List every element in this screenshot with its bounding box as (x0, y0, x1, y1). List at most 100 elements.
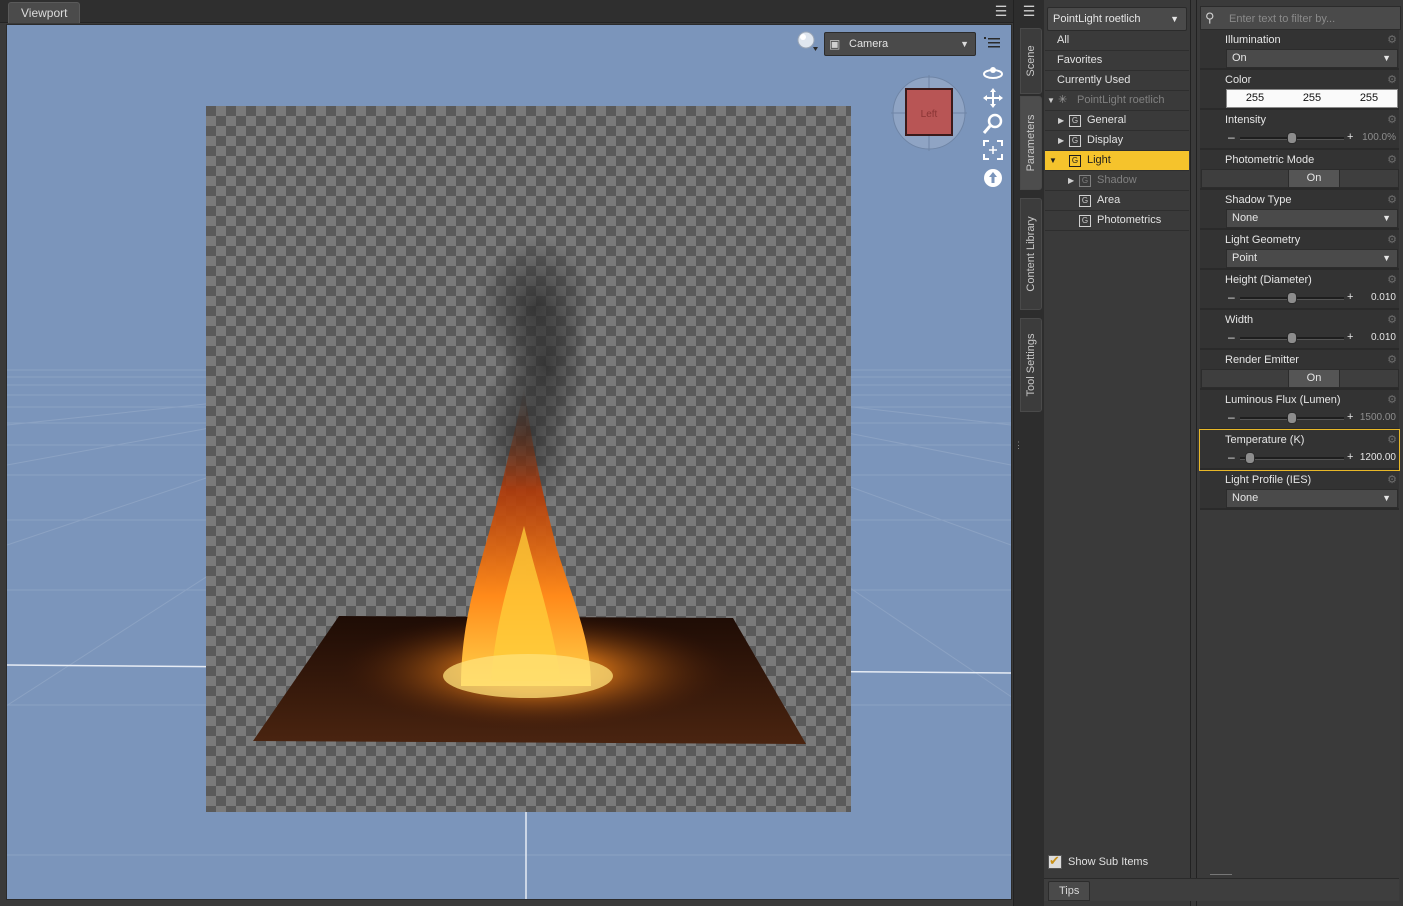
tree-item-label: General (1087, 114, 1127, 126)
tree-item-currently-used[interactable]: Currently Used (1045, 71, 1189, 91)
viewport-tab[interactable]: Viewport (8, 2, 81, 23)
light-geometry-dropdown[interactable]: Point ▼ (1226, 249, 1398, 268)
tree-item-label: Display (1087, 134, 1124, 146)
tree-item-all[interactable]: All (1045, 31, 1189, 51)
tree-item-node[interactable]: ▼ ✳ PointLight roetlich (1045, 91, 1189, 111)
gear-icon[interactable]: ⚙ (1387, 153, 1397, 166)
expand-down-icon[interactable]: ▼ (1049, 151, 1057, 170)
illumination-dropdown[interactable]: On ▼ (1226, 49, 1398, 68)
color-blue-value[interactable]: 255 (1341, 90, 1397, 107)
slider-value[interactable]: 0.010 (1336, 289, 1396, 306)
render-emitter-toggle[interactable]: On (1201, 369, 1399, 388)
tree-item-label: Shadow (1097, 174, 1137, 186)
viewport-menu-icon[interactable]: ☰ (993, 3, 1009, 19)
expand-right-icon[interactable]: ▶ (1058, 131, 1064, 150)
dropdown-value: None (1232, 212, 1259, 224)
tree-item-light[interactable]: ▼ G Light (1045, 151, 1189, 171)
slider-knob[interactable] (1287, 332, 1297, 344)
decrement-button[interactable]: – (1228, 409, 1235, 426)
width-slider[interactable]: – + 0.010 (1226, 329, 1396, 346)
slider-knob[interactable] (1287, 412, 1297, 424)
gear-icon[interactable]: ⚙ (1387, 393, 1397, 406)
filter-input[interactable] (1227, 9, 1399, 29)
param-name: Width (1225, 314, 1254, 326)
tree-item-display[interactable]: ▶ G Display (1045, 131, 1189, 151)
gear-icon[interactable]: ⚙ (1387, 353, 1397, 366)
slider-value[interactable]: 0.010 (1336, 329, 1396, 346)
slider-knob[interactable] (1287, 292, 1297, 304)
temperature-slider[interactable]: – + 1200.00 (1226, 449, 1396, 466)
side-menu-icon[interactable]: ☰ (1021, 3, 1037, 19)
tree-item-area[interactable]: G Area (1045, 191, 1189, 211)
tips-tab[interactable]: Tips (1048, 881, 1091, 901)
gear-icon[interactable]: ⚙ (1387, 33, 1397, 46)
pan-icon[interactable] (982, 87, 1004, 109)
decrement-button[interactable]: – (1228, 449, 1235, 466)
slider-knob[interactable] (1245, 452, 1256, 464)
gear-icon[interactable]: ⚙ (1387, 473, 1397, 486)
gear-icon[interactable]: ⚙ (1387, 193, 1397, 206)
toggle-value[interactable]: On (1288, 170, 1340, 187)
gear-icon[interactable]: ⚙ (1387, 273, 1397, 286)
param-illumination: Illumination ⚙ On ▼ (1200, 30, 1399, 70)
gear-icon[interactable]: ⚙ (1387, 433, 1397, 446)
slider-track[interactable] (1240, 457, 1344, 460)
tree-item-label: Light (1087, 154, 1111, 166)
gear-icon[interactable]: ⚙ (1387, 233, 1397, 246)
tree-item-general[interactable]: ▶ G General (1045, 111, 1189, 131)
frame-icon[interactable] (982, 139, 1004, 161)
light-profile-dropdown[interactable]: None ▼ (1226, 489, 1398, 508)
gear-icon[interactable]: ⚙ (1387, 313, 1397, 326)
viewport-options-icon[interactable] (983, 35, 1001, 51)
zoom-icon[interactable] (982, 113, 1004, 135)
decrement-button[interactable]: – (1228, 129, 1235, 146)
view-cube[interactable]: Left (891, 75, 967, 151)
lighting-sphere-icon[interactable] (796, 30, 818, 52)
tree-item-photometrics[interactable]: G Photometrics (1045, 211, 1189, 231)
tab-content-library[interactable]: Content Library (1020, 198, 1042, 310)
param-name: Height (Diameter) (1225, 274, 1312, 286)
group-icon: G (1069, 115, 1081, 127)
photometric-mode-toggle[interactable]: On (1201, 169, 1399, 188)
chevron-down-icon: ▼ (1170, 14, 1179, 24)
slider-value[interactable]: 1500.00 (1336, 409, 1396, 426)
tree-item-favorites[interactable]: Favorites (1045, 51, 1189, 71)
slider-knob[interactable] (1287, 132, 1297, 144)
color-swatch[interactable]: 255 255 255 (1226, 89, 1398, 108)
gear-icon[interactable]: ⚙ (1387, 113, 1397, 126)
param-name: Light Profile (IES) (1225, 474, 1312, 486)
tab-scene[interactable]: Scene (1020, 28, 1042, 94)
tab-tool-settings[interactable]: Tool Settings (1020, 318, 1042, 412)
orbit-icon[interactable] (982, 61, 1004, 83)
color-green-value[interactable]: 255 (1284, 90, 1340, 107)
camera-dropdown[interactable]: ▣ Camera ▼ (824, 32, 976, 56)
reset-view-icon[interactable] (982, 167, 1004, 189)
tree-item-shadow[interactable]: ▶ G Shadow (1045, 171, 1189, 191)
toggle-value[interactable]: On (1288, 370, 1340, 387)
viewport-tab-strip (0, 0, 1013, 23)
dropdown-value: On (1232, 52, 1247, 64)
decrement-button[interactable]: – (1228, 289, 1235, 306)
splitter-grip-icon[interactable]: ⋮ (1014, 440, 1023, 458)
slider-value[interactable]: 100.0% (1336, 129, 1396, 146)
shadow-type-dropdown[interactable]: None ▼ (1226, 209, 1398, 228)
color-red-value[interactable]: 255 (1227, 90, 1283, 107)
show-sub-items-checkbox[interactable]: Show Sub Items (1048, 853, 1188, 871)
tab-parameters[interactable]: Parameters (1020, 96, 1042, 190)
luminous-flux-slider[interactable]: – + 1500.00 (1226, 409, 1396, 426)
expand-right-icon[interactable]: ▶ (1068, 171, 1074, 190)
viewport[interactable]: ▣ Camera ▼ Left (6, 24, 1012, 900)
tab-parameters-label: Parameters (1025, 114, 1037, 172)
decrement-button[interactable]: – (1228, 329, 1235, 346)
gear-icon[interactable]: ⚙ (1387, 73, 1397, 86)
height-slider[interactable]: – + 0.010 (1226, 289, 1396, 306)
checkbox-checked-icon[interactable] (1048, 853, 1062, 869)
expand-right-icon[interactable]: ▶ (1058, 111, 1064, 130)
node-selector-dropdown[interactable]: PointLight roetlich ▼ (1047, 7, 1187, 31)
slider-value[interactable]: 1200.00 (1336, 449, 1396, 466)
chevron-down-icon: ▼ (1382, 213, 1391, 223)
render-canvas (206, 106, 851, 812)
group-icon: G (1069, 135, 1081, 147)
intensity-slider[interactable]: – + 100.0% (1226, 129, 1396, 146)
expand-down-icon[interactable]: ▼ (1047, 91, 1055, 110)
